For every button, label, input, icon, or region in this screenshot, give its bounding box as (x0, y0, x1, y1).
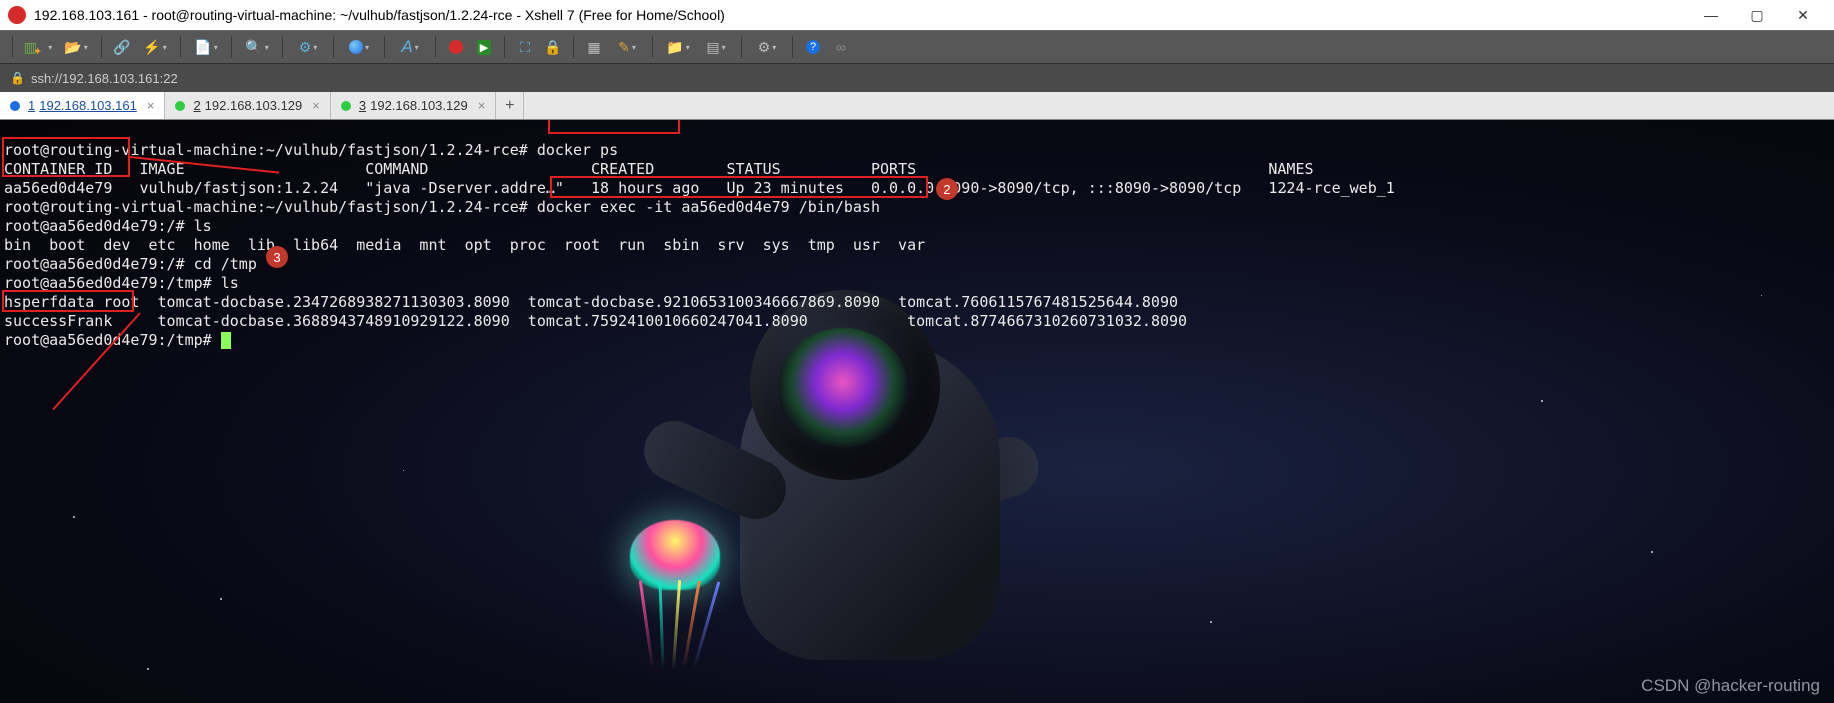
grid-icon[interactable]: ▦ (582, 35, 606, 59)
settings-icon[interactable]: ⚙▾ (750, 35, 784, 59)
tab-accel: 1 (28, 98, 35, 113)
font-icon[interactable]: A▾ (393, 35, 427, 59)
add-tab-button[interactable]: + (496, 92, 524, 119)
window-title: 192.168.103.161 - root@routing-virtual-m… (34, 7, 725, 23)
tab-label: 192.168.103.129 (370, 98, 468, 113)
fullscreen-icon[interactable]: ⛶ (513, 35, 537, 59)
tab-close-icon[interactable]: × (478, 98, 486, 113)
script-icon[interactable]: 📁▾ (661, 35, 695, 59)
swirl-icon[interactable] (444, 35, 468, 59)
tab-label: 192.168.103.161 (39, 98, 137, 113)
session-tabs: 1 192.168.103.161 × 2 192.168.103.129 × … (0, 92, 1834, 120)
help-icon[interactable]: ? (801, 35, 825, 59)
open-icon[interactable]: 📂▾ (59, 35, 93, 59)
app-swirl-icon (8, 6, 26, 24)
copy-icon[interactable]: 📄▾ (189, 35, 223, 59)
new-session-icon[interactable]: ▥✦▾ (21, 35, 55, 59)
lock-icon[interactable]: 🔒 (541, 35, 565, 59)
tab-label: 192.168.103.129 (205, 98, 303, 113)
link-icon[interactable]: ∞ (829, 35, 853, 59)
tab-close-icon[interactable]: × (312, 98, 320, 113)
disconnect-icon[interactable]: ⚡▾ (138, 35, 172, 59)
terminal-output: root@routing-virtual-machine:~/vulhub/fa… (4, 122, 1830, 369)
status-dot-icon (10, 101, 20, 111)
title-bar: 192.168.103.161 - root@routing-virtual-m… (0, 0, 1834, 30)
minimize-button[interactable]: — (1688, 7, 1734, 23)
start-icon[interactable]: ▶ (472, 35, 496, 59)
status-dot-icon (175, 101, 185, 111)
address-bar[interactable]: 🔒 ssh://192.168.103.161:22 (0, 64, 1834, 92)
tab-close-icon[interactable]: × (147, 98, 155, 113)
maximize-button[interactable]: ▢ (1734, 7, 1780, 24)
session-tab-2[interactable]: 2 192.168.103.129 × (165, 92, 330, 119)
find-icon[interactable]: 🔍▾ (240, 35, 274, 59)
layout-icon[interactable]: ▤▾ (699, 35, 733, 59)
properties-icon[interactable]: ⚙▾ (291, 35, 325, 59)
lock-small-icon: 🔒 (10, 71, 25, 85)
session-tab-3[interactable]: 3 192.168.103.129 × (331, 92, 496, 119)
close-button[interactable]: ✕ (1780, 7, 1826, 24)
tab-accel: 2 (193, 98, 200, 113)
main-toolbar: ▥✦▾ 📂▾ 🔗 ⚡▾ 📄▾ 🔍▾ ⚙▾ ▾ A▾ ▶ ⛶ 🔒 ▦ ✎▾ 📁▾ … (0, 30, 1834, 64)
status-dot-icon (341, 101, 351, 111)
globe-icon[interactable]: ▾ (342, 35, 376, 59)
session-tab-1[interactable]: 1 192.168.103.161 × (0, 92, 165, 119)
highlighter-icon[interactable]: ✎▾ (610, 35, 644, 59)
reconnect-icon[interactable]: 🔗 (110, 35, 134, 59)
terminal-pane[interactable]: root@routing-virtual-machine:~/vulhub/fa… (0, 120, 1834, 703)
terminal-cursor (221, 332, 231, 349)
address-url: ssh://192.168.103.161:22 (31, 71, 178, 86)
tab-accel: 3 (359, 98, 366, 113)
